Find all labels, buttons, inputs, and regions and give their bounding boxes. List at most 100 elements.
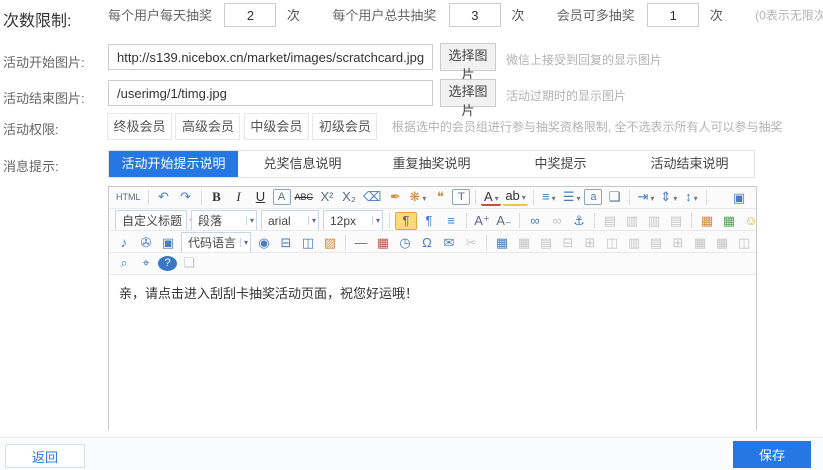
html-source-icon[interactable]: HTML xyxy=(114,188,143,206)
time-icon[interactable]: ◷ xyxy=(395,234,415,252)
total-draw-input[interactable] xyxy=(449,3,501,27)
font-family-select[interactable]: arial▾ xyxy=(261,210,319,231)
ordered-list-icon[interactable]: ≡▾ xyxy=(539,188,559,206)
merge-cells-icon: ⊟ xyxy=(558,234,578,252)
member-extra-draw-input[interactable] xyxy=(647,3,699,27)
editor-toolbar-row-4: ⌕⌖?❏ xyxy=(109,253,756,275)
blockquote-icon[interactable]: ❝ xyxy=(430,188,450,206)
line-height-icon[interactable]: ↕▾ xyxy=(681,188,701,206)
heading-select-value: 自定义标题 xyxy=(122,212,182,229)
end-image-pick-button[interactable]: 选择图片 xyxy=(440,79,496,107)
paragraph-select[interactable]: 段落▾ xyxy=(191,210,257,231)
search-replace-icon[interactable]: ⌖ xyxy=(136,254,156,272)
auto-typeset-icon[interactable]: ❋▾ xyxy=(407,188,428,206)
code-language-select[interactable]: 代码语言▾ xyxy=(181,232,251,253)
start-image-pick-button[interactable]: 选择图片 xyxy=(440,43,496,71)
emoji-icon[interactable]: ☺ xyxy=(741,212,756,230)
superscript-icon[interactable]: X² xyxy=(317,188,337,206)
word-image-icon[interactable]: ▨ xyxy=(320,234,340,252)
tab-activity-start-message[interactable]: 活动开始提示说明 xyxy=(109,151,238,177)
link-icon[interactable]: ∞ xyxy=(525,212,545,230)
music-icon[interactable]: ♪ xyxy=(114,234,134,252)
toolbar-separator xyxy=(389,213,390,228)
italic-icon[interactable]: I xyxy=(229,188,249,206)
indent-icon[interactable]: ⇥▾ xyxy=(635,188,656,206)
back-button[interactable]: 返回 xyxy=(5,444,85,468)
daily-draw-label: 每个用户每天抽奖 xyxy=(108,8,212,23)
editor-content[interactable]: 亲，请点击进入刮刮卡抽奖活动页面，祝您好运哦！ xyxy=(109,275,756,436)
unordered-list-icon[interactable]: ☰▾ xyxy=(561,188,583,206)
insert-table-icon[interactable]: ▦ xyxy=(492,234,512,252)
daily-draw-input[interactable] xyxy=(224,3,276,27)
paste-text-icon[interactable]: T xyxy=(452,189,470,205)
fullscreen-icon[interactable]: ▣ xyxy=(729,189,749,207)
member-option-middle[interactable]: 中级会员 xyxy=(244,113,309,140)
split-cell-icon: ⊞ xyxy=(668,234,688,252)
insert-image-icon[interactable]: ▦ xyxy=(697,212,717,230)
unlink-icon: ∞ xyxy=(547,212,567,230)
chevron-down-icon: ▾ xyxy=(372,216,380,225)
font-family-select-value: arial xyxy=(268,214,291,228)
member-extra-draw-unit: 次 xyxy=(710,8,723,23)
member-option-junior[interactable]: 初级会员 xyxy=(312,113,377,140)
date-icon[interactable]: ▦ xyxy=(373,234,393,252)
rtl-icon[interactable]: ¶ xyxy=(419,212,439,230)
limits-note: (0表示无限次) xyxy=(755,9,823,23)
attachment-icon[interactable]: ✇ xyxy=(136,234,156,252)
table-full-width-icon: ◫ xyxy=(734,234,754,252)
toolbar-separator xyxy=(691,213,692,228)
redo-icon[interactable]: ↷ xyxy=(176,188,196,206)
start-image-input[interactable] xyxy=(108,44,433,70)
bold-icon[interactable]: B xyxy=(207,188,227,206)
quick-format-icon[interactable]: ✉ xyxy=(439,234,459,252)
toolbar-separator xyxy=(706,190,707,205)
tab-repeat-draw[interactable]: 重复抽奖说明 xyxy=(367,151,496,177)
save-button[interactable]: 保存 xyxy=(733,441,811,468)
daily-draw-unit: 次 xyxy=(287,8,300,23)
map-icon[interactable]: ◉ xyxy=(254,234,274,252)
member-option-senior[interactable]: 高级会员 xyxy=(175,113,240,140)
start-image-hint: 微信上接受到回复的显示图片 xyxy=(506,51,662,68)
font-size-up-icon[interactable]: A⁺ xyxy=(472,212,492,230)
insert-row-icon: ⊞ xyxy=(580,234,600,252)
ltr-icon[interactable]: ¶ xyxy=(395,212,417,230)
page-break-icon[interactable]: ⊟ xyxy=(276,234,296,252)
new-doc-icon[interactable]: ❏ xyxy=(604,188,624,206)
subscript-icon[interactable]: X₂ xyxy=(339,188,359,206)
font-size-down-icon[interactable]: A₋ xyxy=(494,212,514,230)
border-text-icon[interactable]: A xyxy=(273,189,291,205)
toolbar-separator xyxy=(486,235,487,250)
underline-icon[interactable]: U xyxy=(251,188,271,206)
row-spacing-icon[interactable]: ⇕▾ xyxy=(658,188,679,206)
limits-label: 次数限制: xyxy=(3,7,71,31)
image-bottom-icon: ▤ xyxy=(666,212,686,230)
remove-format-icon[interactable]: ⌫ xyxy=(361,188,383,206)
end-image-input[interactable] xyxy=(108,80,433,106)
help-icon[interactable]: ? xyxy=(158,256,177,271)
image-center-icon: ▥ xyxy=(622,212,642,230)
highlight-color-icon[interactable]: ab▾ xyxy=(503,189,527,206)
format-painter-icon[interactable]: ✒ xyxy=(385,188,405,206)
anchor-icon[interactable]: ⚓ xyxy=(569,212,589,230)
horizontal-rule-icon[interactable]: — xyxy=(351,234,371,252)
tab-win-message[interactable]: 中奖提示 xyxy=(496,151,625,177)
font-size-select[interactable]: 12px▾ xyxy=(323,210,383,231)
member-option-ultimate[interactable]: 终极会员 xyxy=(107,113,172,140)
anchor-name-icon[interactable]: a xyxy=(584,189,602,205)
chevron-down-icon: ▾ xyxy=(495,194,499,203)
tab-activity-end-message[interactable]: 活动结束说明 xyxy=(625,151,754,177)
code-language-select-value: 代码语言 xyxy=(188,234,236,251)
heading-select[interactable]: 自定义标题▾ xyxy=(115,210,187,231)
insert-frame-icon[interactable]: ▣ xyxy=(158,234,178,252)
special-char-icon[interactable]: Ω xyxy=(417,234,437,252)
font-color-icon[interactable]: A▾ xyxy=(481,189,501,206)
tab-redeem-info[interactable]: 兑奖信息说明 xyxy=(238,151,367,177)
strikethrough-icon[interactable]: ABC xyxy=(293,188,316,206)
text-indent-icon[interactable]: ≡ xyxy=(441,212,461,230)
preview-icon[interactable]: ⌕ xyxy=(114,254,134,272)
template-icon[interactable]: ◫ xyxy=(298,234,318,252)
delete-col-icon: ▤ xyxy=(646,234,666,252)
image-left-icon: ▤ xyxy=(600,212,620,230)
undo-icon[interactable]: ↶ xyxy=(154,188,174,206)
image-manager-icon[interactable]: ▦ xyxy=(719,212,739,230)
